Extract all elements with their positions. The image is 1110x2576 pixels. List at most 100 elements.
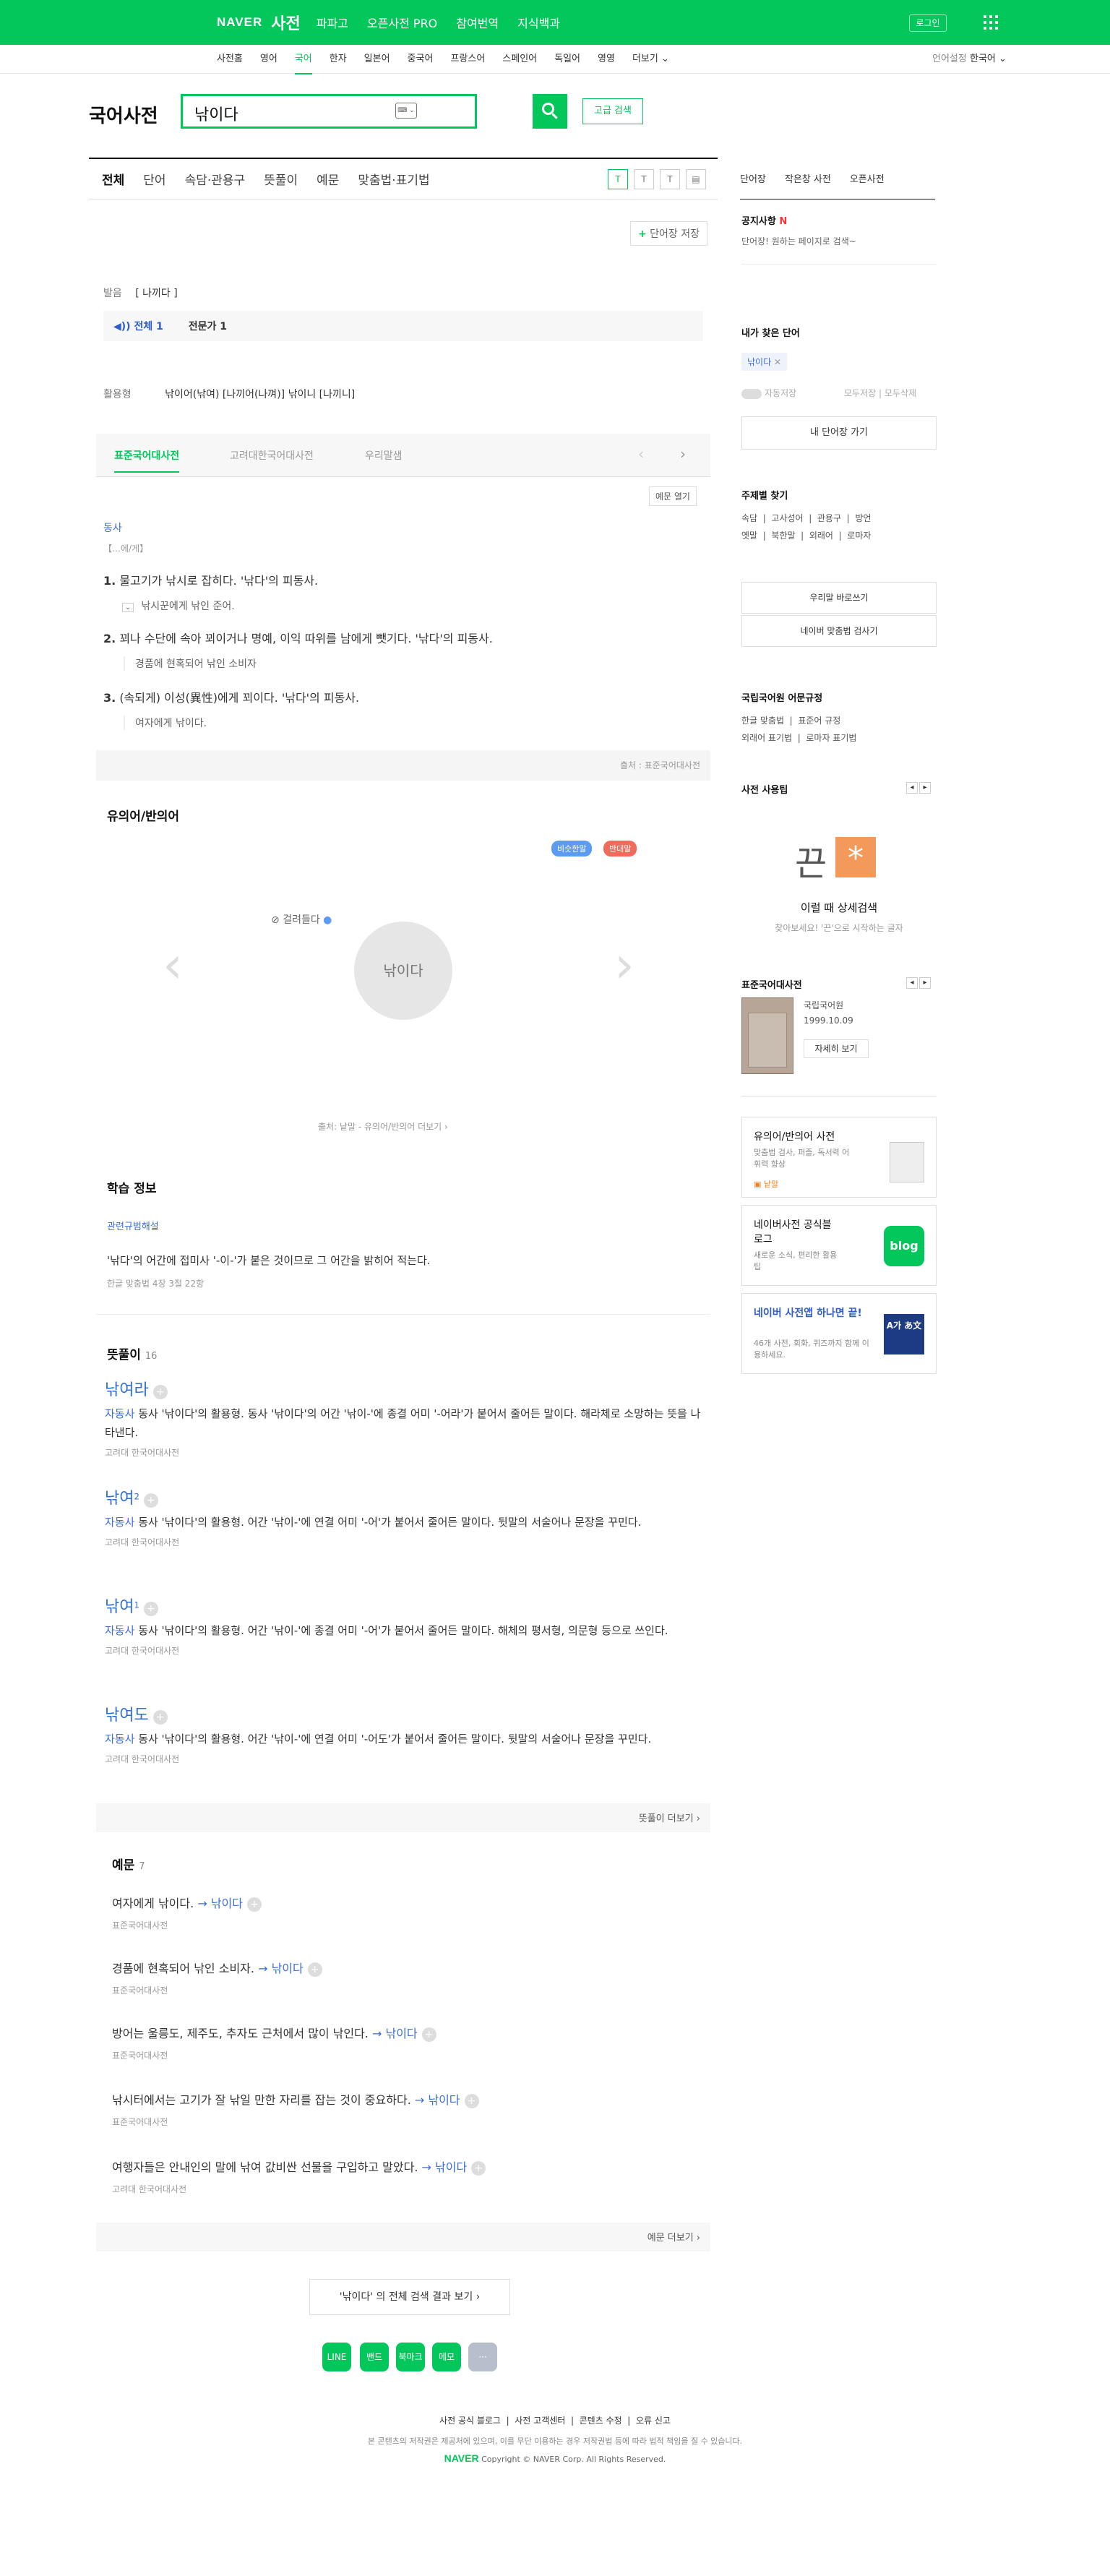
- my-wordbook-button[interactable]: 내 단어장 가기: [741, 416, 937, 450]
- apps-grid-icon[interactable]: [984, 15, 998, 30]
- rule-link[interactable]: 표준어 규정: [798, 716, 840, 726]
- prev-arrow-icon[interactable]: ‹: [638, 445, 644, 463]
- save-all-link[interactable]: 모두저장: [844, 388, 876, 398]
- add-circle-icon[interactable]: +: [464, 2093, 479, 2108]
- nav-korean[interactable]: 국어: [294, 45, 312, 74]
- font-large-button[interactable]: T: [660, 169, 680, 189]
- example-link[interactable]: → 낚이다: [197, 1897, 243, 1910]
- rule-link[interactable]: 외래어 표기법: [741, 733, 792, 743]
- delete-all-link[interactable]: 모두삭제: [885, 388, 916, 398]
- sound-pro-button[interactable]: 전문가 1: [189, 321, 227, 332]
- add-circle-icon[interactable]: +: [246, 1897, 262, 1912]
- book-detail-button[interactable]: 자세히 보기: [804, 1039, 869, 1058]
- language-setting[interactable]: 언어설정 한국어 ⌄: [932, 45, 1007, 74]
- tab-idiom[interactable]: 속담·관용구: [185, 170, 246, 188]
- search-input[interactable]: 낚이다: [181, 94, 477, 129]
- add-circle-icon[interactable]: +: [143, 1493, 158, 1508]
- print-icon[interactable]: ▤: [686, 169, 706, 189]
- topic-link[interactable]: 속담: [741, 513, 757, 523]
- grammar-link-button[interactable]: 우리말 바로쓰기: [741, 582, 937, 614]
- study-sub[interactable]: 관련규범해설: [107, 1219, 159, 1232]
- tab-standard-dict[interactable]: 표준국어대사전: [114, 448, 180, 473]
- nav-spanish[interactable]: 스페인어: [502, 45, 537, 74]
- syn-word-link[interactable]: ⊘ 걸려들다 ●: [271, 912, 332, 927]
- side-tab-wordbook[interactable]: 단어장: [740, 171, 766, 185]
- nav-engeng[interactable]: 영영: [598, 45, 615, 74]
- add-circle-icon[interactable]: +: [143, 1602, 158, 1616]
- footer-link[interactable]: 사전 공식 블로그: [439, 2416, 501, 2426]
- save-wordbook-button[interactable]: + 단어장 저장: [629, 221, 707, 246]
- ad-synonym-dict[interactable]: 유의어/반의어 사전 맞춤법 검사, 퍼즐, 독서력 어휘력 향상 ▣ 낱말: [741, 1117, 937, 1198]
- tab-all[interactable]: 전체: [102, 170, 124, 188]
- band-share-icon[interactable]: 밴드: [360, 2343, 389, 2371]
- tab-example[interactable]: 예문: [317, 170, 339, 188]
- gnb-menu-encyclopedia[interactable]: 지식백과: [517, 14, 560, 31]
- add-circle-icon[interactable]: +: [471, 2160, 486, 2176]
- line-share-icon[interactable]: LINE: [322, 2343, 351, 2371]
- footer-link[interactable]: 사전 고객센터: [515, 2416, 565, 2426]
- service-name[interactable]: 사전: [271, 11, 300, 34]
- more-share-icon[interactable]: ···: [468, 2343, 497, 2371]
- meaning-word[interactable]: 낚여라: [105, 1381, 149, 1399]
- topic-link[interactable]: 고사성어: [771, 513, 803, 523]
- meaning-word[interactable]: 낚여: [105, 1490, 134, 1508]
- font-medium-button[interactable]: T: [634, 169, 654, 189]
- nav-french[interactable]: 프랑스어: [450, 45, 485, 74]
- ant-badge[interactable]: 반대말: [603, 841, 637, 856]
- nav-german[interactable]: 독일어: [554, 45, 580, 74]
- tip-prev-icon[interactable]: ◂: [906, 782, 918, 794]
- search-button[interactable]: [533, 94, 567, 129]
- topic-link[interactable]: 북한말: [771, 531, 795, 541]
- keyboard-icon[interactable]: ⌨ ⌄: [395, 103, 417, 119]
- tab-urimalsaem[interactable]: 우리말샘: [365, 448, 403, 463]
- book-next-icon[interactable]: ▸: [919, 977, 931, 989]
- nav-home[interactable]: 사전홈: [217, 45, 243, 74]
- syn-prev-icon[interactable]: ‹: [163, 940, 183, 990]
- meaning-word[interactable]: 낚여도: [105, 1706, 149, 1725]
- topic-link[interactable]: 외래어: [809, 531, 833, 541]
- tab-spelling[interactable]: 맞춤법·표기법: [358, 170, 429, 188]
- sound-all-button[interactable]: ◀)) 전체 1: [113, 321, 163, 332]
- advanced-search-button[interactable]: 고급 검색: [582, 98, 643, 124]
- ad-app[interactable]: 네이버 사전앱 하나면 끝! 46개 사전, 회화, 퀴즈까지 함께 이용하세요…: [741, 1293, 937, 1374]
- naver-logo[interactable]: NAVER: [217, 15, 262, 30]
- chevron-down-icon[interactable]: ⌄: [122, 603, 134, 612]
- nav-japanese[interactable]: 일본어: [364, 45, 390, 74]
- login-button[interactable]: 로그인: [909, 14, 947, 32]
- bookmark-share-icon[interactable]: 북마크: [396, 2343, 425, 2371]
- syn-badge[interactable]: 비슷한말: [551, 841, 593, 856]
- spellcheck-link-button[interactable]: 네이버 맞춤법 검사기: [741, 615, 937, 647]
- memo-share-icon[interactable]: 메모: [432, 2343, 461, 2371]
- book-prev-icon[interactable]: ◂: [906, 977, 918, 989]
- ad-blog[interactable]: 네이버사전 공식블로그 새로운 소식, 편리한 활용팁 blog: [741, 1205, 937, 1286]
- example-link[interactable]: → 낚이다: [422, 2160, 468, 2174]
- example-link[interactable]: → 낚이다: [372, 2027, 418, 2040]
- tip-next-icon[interactable]: ▸: [919, 782, 931, 794]
- nav-english[interactable]: 영어: [260, 45, 278, 74]
- history-chip[interactable]: 낚이다 ✕: [741, 353, 788, 371]
- add-circle-icon[interactable]: +: [152, 1710, 168, 1725]
- tab-meaning[interactable]: 뜻풀이: [264, 170, 298, 188]
- tab-word[interactable]: 단어: [143, 170, 165, 188]
- gnb-menu-papago[interactable]: 파파고: [317, 14, 348, 31]
- auto-save-toggle[interactable]: 자동저장: [741, 387, 796, 399]
- footer-logo[interactable]: NAVER: [444, 2452, 479, 2464]
- add-circle-icon[interactable]: +: [307, 1962, 322, 1977]
- side-tab-open[interactable]: 오픈사전: [850, 171, 885, 185]
- rule-link[interactable]: 로마자 표기법: [806, 733, 856, 743]
- gnb-menu-opendict[interactable]: 오픈사전 PRO: [367, 14, 437, 31]
- topic-link[interactable]: 방언: [855, 513, 871, 523]
- rule-link[interactable]: 한글 맞춤법: [741, 716, 784, 726]
- next-arrow-icon[interactable]: ›: [680, 445, 686, 463]
- topic-link[interactable]: 옛말: [741, 531, 757, 541]
- gnb-menu-translate[interactable]: 참여번역: [456, 14, 499, 31]
- add-circle-icon[interactable]: +: [152, 1385, 168, 1399]
- topic-link[interactable]: 로마자: [847, 531, 871, 541]
- nav-chinese[interactable]: 중국어: [408, 45, 434, 74]
- examples-more[interactable]: 예문 더보기 ›: [96, 2223, 710, 2251]
- full-search-button[interactable]: '낚이다' 의 전체 검색 결과 보기 ›: [309, 2279, 510, 2315]
- example-open-button[interactable]: 예문 열기: [649, 486, 697, 506]
- footer-link[interactable]: 콘텐츠 수정: [580, 2416, 622, 2426]
- close-icon[interactable]: ✕: [774, 357, 781, 367]
- side-tab-mini[interactable]: 작은창 사전: [785, 171, 831, 185]
